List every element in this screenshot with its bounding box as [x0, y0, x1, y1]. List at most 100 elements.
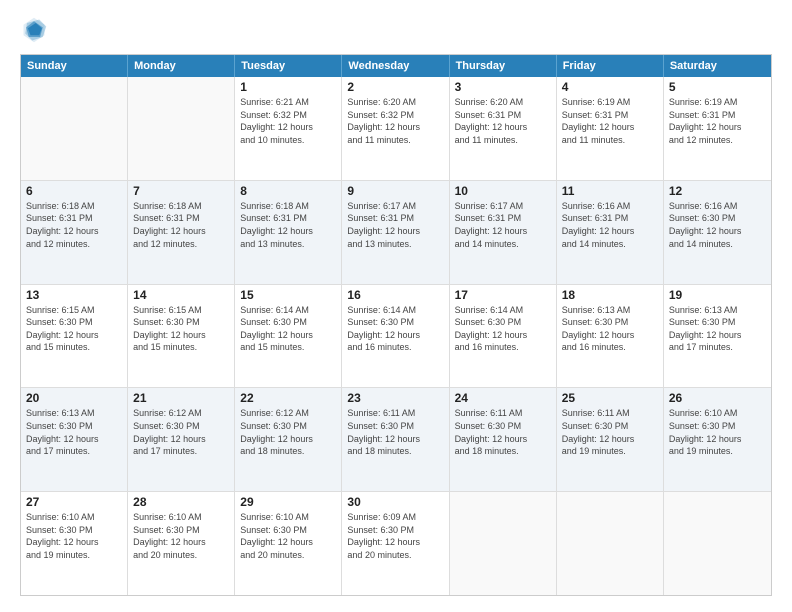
- day-number: 28: [133, 495, 229, 509]
- day-info: Sunrise: 6:14 AM Sunset: 6:30 PM Dayligh…: [347, 304, 443, 354]
- calendar-cell-3-7: 19 Sunrise: 6:13 AM Sunset: 6:30 PM Dayli…: [664, 285, 771, 388]
- day-number: 8: [240, 184, 336, 198]
- day-info: Sunrise: 6:10 AM Sunset: 6:30 PM Dayligh…: [26, 511, 122, 561]
- day-number: 24: [455, 391, 551, 405]
- day-info: Sunrise: 6:11 AM Sunset: 6:30 PM Dayligh…: [347, 407, 443, 457]
- calendar-body: 1 Sunrise: 6:21 AM Sunset: 6:32 PM Daylig…: [21, 77, 771, 595]
- calendar-cell-5-5: [450, 492, 557, 595]
- calendar-cell-4-3: 22Sunrise: 6:12 AM Sunset: 6:30 PM Dayli…: [235, 388, 342, 491]
- header-day-friday: Friday: [557, 55, 664, 77]
- page: SundayMondayTuesdayWednesdayThursdayFrid…: [0, 0, 792, 612]
- calendar-cell-5-4: 30 Sunrise: 6:09 AM Sunset: 6:30 PM Dayli…: [342, 492, 449, 595]
- day-number: 3: [455, 80, 551, 94]
- day-number: 20: [26, 391, 122, 405]
- day-number: 11: [562, 184, 658, 198]
- calendar-cell-2-3: 8 Sunrise: 6:18 AM Sunset: 6:31 PM Daylig…: [235, 181, 342, 284]
- header-day-saturday: Saturday: [664, 55, 771, 77]
- day-info: Sunrise: 6:20 AM Sunset: 6:32 PM Dayligh…: [347, 96, 443, 146]
- logo: [20, 16, 52, 44]
- calendar-cell-2-7: 12 Sunrise: 6:16 AM Sunset: 6:30 PM Dayli…: [664, 181, 771, 284]
- calendar-cell-2-5: 10 Sunrise: 6:17 AM Sunset: 6:31 PM Dayli…: [450, 181, 557, 284]
- logo-icon: [20, 16, 48, 44]
- calendar-cell-5-1: 27 Sunrise: 6:10 AM Sunset: 6:30 PM Dayli…: [21, 492, 128, 595]
- calendar-cell-3-4: 16 Sunrise: 6:14 AM Sunset: 6:30 PM Dayli…: [342, 285, 449, 388]
- day-info: Sunrise: 6:11 AM Sunset: 6:30 PM Dayligh…: [562, 407, 658, 457]
- calendar-cell-2-6: 11 Sunrise: 6:16 AM Sunset: 6:31 PM Dayli…: [557, 181, 664, 284]
- day-info: Sunrise: 6:17 AM Sunset: 6:31 PM Dayligh…: [347, 200, 443, 250]
- day-number: 10: [455, 184, 551, 198]
- day-info: Sunrise: 6:16 AM Sunset: 6:30 PM Dayligh…: [669, 200, 766, 250]
- calendar-cell-1-7: 5 Sunrise: 6:19 AM Sunset: 6:31 PM Daylig…: [664, 77, 771, 180]
- calendar-cell-2-2: 7 Sunrise: 6:18 AM Sunset: 6:31 PM Daylig…: [128, 181, 235, 284]
- day-info: Sunrise: 6:13 AM Sunset: 6:30 PM Dayligh…: [669, 304, 766, 354]
- calendar-row-3: 13Sunrise: 6:15 AM Sunset: 6:30 PM Dayli…: [21, 285, 771, 389]
- calendar-cell-1-3: 1 Sunrise: 6:21 AM Sunset: 6:32 PM Daylig…: [235, 77, 342, 180]
- day-number: 17: [455, 288, 551, 302]
- calendar-row-4: 20 Sunrise: 6:13 AM Sunset: 6:30 PM Dayli…: [21, 388, 771, 492]
- header: [20, 16, 772, 44]
- calendar-cell-5-7: [664, 492, 771, 595]
- day-number: 14: [133, 288, 229, 302]
- day-number: 27: [26, 495, 122, 509]
- calendar-cell-5-3: 29 Sunrise: 6:10 AM Sunset: 6:30 PM Dayli…: [235, 492, 342, 595]
- day-info: Sunrise: 6:14 AM Sunset: 6:30 PM Dayligh…: [240, 304, 336, 354]
- calendar-cell-4-4: 23Sunrise: 6:11 AM Sunset: 6:30 PM Dayli…: [342, 388, 449, 491]
- day-number: 26: [669, 391, 766, 405]
- calendar-header: SundayMondayTuesdayWednesdayThursdayFrid…: [21, 55, 771, 77]
- day-info: Sunrise: 6:14 AM Sunset: 6:30 PM Dayligh…: [455, 304, 551, 354]
- day-info: Sunrise: 6:10 AM Sunset: 6:30 PM Dayligh…: [669, 407, 766, 457]
- calendar-row-2: 6 Sunrise: 6:18 AM Sunset: 6:31 PM Daylig…: [21, 181, 771, 285]
- day-info: Sunrise: 6:19 AM Sunset: 6:31 PM Dayligh…: [562, 96, 658, 146]
- day-info: Sunrise: 6:11 AM Sunset: 6:30 PM Dayligh…: [455, 407, 551, 457]
- calendar-cell-3-6: 18Sunrise: 6:13 AM Sunset: 6:30 PM Dayli…: [557, 285, 664, 388]
- day-number: 16: [347, 288, 443, 302]
- calendar-cell-3-5: 17 Sunrise: 6:14 AM Sunset: 6:30 PM Dayli…: [450, 285, 557, 388]
- calendar-cell-4-2: 21 Sunrise: 6:12 AM Sunset: 6:30 PM Dayli…: [128, 388, 235, 491]
- day-number: 9: [347, 184, 443, 198]
- day-number: 1: [240, 80, 336, 94]
- day-info: Sunrise: 6:10 AM Sunset: 6:30 PM Dayligh…: [240, 511, 336, 561]
- day-info: Sunrise: 6:15 AM Sunset: 6:30 PM Dayligh…: [26, 304, 122, 354]
- day-number: 15: [240, 288, 336, 302]
- day-info: Sunrise: 6:13 AM Sunset: 6:30 PM Dayligh…: [26, 407, 122, 457]
- day-info: Sunrise: 6:18 AM Sunset: 6:31 PM Dayligh…: [133, 200, 229, 250]
- day-number: 21: [133, 391, 229, 405]
- calendar-cell-1-5: 3Sunrise: 6:20 AM Sunset: 6:31 PM Daylig…: [450, 77, 557, 180]
- calendar-row-5: 27 Sunrise: 6:10 AM Sunset: 6:30 PM Dayli…: [21, 492, 771, 595]
- day-info: Sunrise: 6:16 AM Sunset: 6:31 PM Dayligh…: [562, 200, 658, 250]
- day-info: Sunrise: 6:09 AM Sunset: 6:30 PM Dayligh…: [347, 511, 443, 561]
- calendar-cell-4-1: 20 Sunrise: 6:13 AM Sunset: 6:30 PM Dayli…: [21, 388, 128, 491]
- day-info: Sunrise: 6:15 AM Sunset: 6:30 PM Dayligh…: [133, 304, 229, 354]
- day-number: 7: [133, 184, 229, 198]
- calendar-cell-3-3: 15 Sunrise: 6:14 AM Sunset: 6:30 PM Dayli…: [235, 285, 342, 388]
- day-info: Sunrise: 6:18 AM Sunset: 6:31 PM Dayligh…: [240, 200, 336, 250]
- calendar-cell-5-6: [557, 492, 664, 595]
- day-number: 25: [562, 391, 658, 405]
- day-number: 30: [347, 495, 443, 509]
- day-info: Sunrise: 6:19 AM Sunset: 6:31 PM Dayligh…: [669, 96, 766, 146]
- calendar-row-1: 1 Sunrise: 6:21 AM Sunset: 6:32 PM Daylig…: [21, 77, 771, 181]
- day-number: 6: [26, 184, 122, 198]
- calendar-cell-2-4: 9 Sunrise: 6:17 AM Sunset: 6:31 PM Daylig…: [342, 181, 449, 284]
- day-number: 29: [240, 495, 336, 509]
- day-info: Sunrise: 6:17 AM Sunset: 6:31 PM Dayligh…: [455, 200, 551, 250]
- day-info: Sunrise: 6:21 AM Sunset: 6:32 PM Dayligh…: [240, 96, 336, 146]
- day-info: Sunrise: 6:10 AM Sunset: 6:30 PM Dayligh…: [133, 511, 229, 561]
- day-number: 12: [669, 184, 766, 198]
- day-number: 5: [669, 80, 766, 94]
- calendar-cell-3-2: 14 Sunrise: 6:15 AM Sunset: 6:30 PM Dayli…: [128, 285, 235, 388]
- calendar-cell-4-6: 25 Sunrise: 6:11 AM Sunset: 6:30 PM Dayli…: [557, 388, 664, 491]
- day-number: 22: [240, 391, 336, 405]
- calendar-cell-5-2: 28 Sunrise: 6:10 AM Sunset: 6:30 PM Dayli…: [128, 492, 235, 595]
- header-day-wednesday: Wednesday: [342, 55, 449, 77]
- header-day-sunday: Sunday: [21, 55, 128, 77]
- header-day-monday: Monday: [128, 55, 235, 77]
- day-number: 19: [669, 288, 766, 302]
- day-number: 18: [562, 288, 658, 302]
- calendar-cell-1-2: [128, 77, 235, 180]
- calendar-cell-4-5: 24 Sunrise: 6:11 AM Sunset: 6:30 PM Dayli…: [450, 388, 557, 491]
- calendar-cell-3-1: 13Sunrise: 6:15 AM Sunset: 6:30 PM Dayli…: [21, 285, 128, 388]
- calendar-cell-1-6: 4 Sunrise: 6:19 AM Sunset: 6:31 PM Daylig…: [557, 77, 664, 180]
- day-info: Sunrise: 6:12 AM Sunset: 6:30 PM Dayligh…: [133, 407, 229, 457]
- day-number: 4: [562, 80, 658, 94]
